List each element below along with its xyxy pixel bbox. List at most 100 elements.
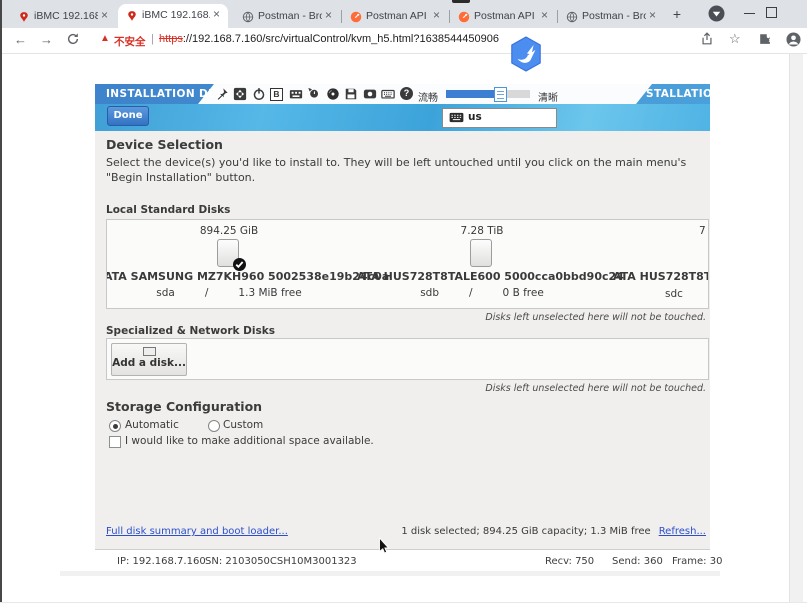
add-disk-label: Add a disk... [112, 357, 186, 369]
status-sn: SN: 2103050CSH10M3001323 [205, 556, 357, 567]
back-icon[interactable]: ← [14, 32, 27, 47]
tab-postman-api-2[interactable]: Postman API Platfo × [450, 6, 556, 28]
installer-title-left: INSTALLATION DEST [106, 88, 231, 100]
installer-title-right: STALLATION [646, 88, 710, 100]
page-description: Select the device(s) you'd like to insta… [106, 155, 706, 185]
warning-triangle-icon: ▲ [100, 33, 110, 44]
tab-close-icon[interactable]: × [210, 8, 223, 21]
bird-hexagon-logo-icon[interactable] [506, 36, 546, 72]
checkbox-additional-space-label[interactable]: I would like to make additional space av… [125, 435, 374, 447]
browser-badge-icon[interactable] [708, 5, 725, 22]
page-bottom-edge [0, 602, 807, 603]
local-disks-panel: 894.25 GiB ATA SAMSUNG MZ7KH960 5002538e… [106, 219, 709, 309]
postman-favicon-icon [458, 11, 470, 23]
tab-ibmc-2-active[interactable]: iBMC 192.168.7.16 × [118, 4, 228, 28]
minimize-button[interactable] [744, 13, 755, 14]
add-disk-button[interactable]: Add a disk... [111, 343, 187, 376]
tab-close-icon[interactable]: × [538, 9, 551, 22]
tab-close-icon[interactable]: × [646, 9, 659, 22]
browser-tab-bar: iBMC 192.168.7.16 × iBMC 192.168.7.16 × … [2, 0, 807, 28]
globe-favicon-icon [566, 11, 578, 23]
keyboard-icon [449, 112, 464, 123]
installer-content: Device Selection Select the device(s) yo… [95, 131, 710, 549]
tab-ibmc-1[interactable]: iBMC 192.168.7.16 × [10, 6, 116, 28]
tab-close-icon[interactable]: × [98, 9, 111, 22]
local-disks-label: Local Standard Disks [106, 204, 230, 216]
unselected-note: Disks left unselected here will not be t… [485, 383, 706, 394]
storage-config-title: Storage Configuration [106, 399, 262, 414]
disk-free: 0 B free [503, 287, 544, 299]
tab-close-icon[interactable]: × [322, 9, 335, 22]
ibmc-favicon-icon [18, 11, 30, 23]
radio-custom[interactable] [208, 420, 220, 432]
forward-icon[interactable]: → [40, 32, 53, 47]
disk-mountpoint: / [205, 287, 209, 299]
page-scrollbar[interactable] [789, 54, 803, 602]
status-frame: Frame: 30 [672, 556, 722, 567]
help-icon[interactable]: ? [400, 87, 413, 100]
disk-sda[interactable]: 894.25 GiB ATA SAMSUNG MZ7KH960 5002538e… [106, 220, 354, 299]
disk-mountpoint: / [469, 287, 473, 299]
new-tab-button[interactable]: + [668, 5, 686, 23]
window-notch [452, 0, 470, 3]
extensions-puzzle-icon[interactable] [758, 32, 773, 47]
tab-label: iBMC 192.168.7.16 [142, 9, 210, 21]
done-button[interactable]: Done [107, 106, 149, 126]
checkbox-additional-space[interactable] [109, 436, 121, 448]
save-floppy-icon[interactable] [344, 87, 358, 101]
disk-device: sdc [659, 288, 689, 300]
profile-avatar[interactable] [786, 32, 801, 47]
tab-postman-api-1[interactable]: Postman API Platfo × [342, 6, 448, 28]
power-icon[interactable] [252, 87, 266, 101]
tab-label: Postman API Platfo [366, 10, 430, 22]
keyboard-b-icon[interactable]: B [270, 88, 283, 101]
radio-automatic-label[interactable]: Automatic [125, 419, 179, 431]
add-disk-icon [143, 347, 156, 356]
kvm-status-bar: IP: 192.168.7.160 SN: 2103050CSH10M30013… [95, 549, 710, 572]
disk-name: ATA HUS728T8TALE600 5000cca0bbd90c24 [357, 270, 607, 283]
disk-sdb[interactable]: 7.28 TiB ATA HUS728T8TALE600 5000cca0bbd… [357, 220, 607, 299]
mouse-icon[interactable] [307, 87, 321, 101]
keyboard-layout-selector[interactable]: us [442, 108, 557, 128]
disk-size: 894.25 GiB [106, 225, 354, 237]
disk-device: sdb [420, 287, 439, 299]
maximize-button[interactable] [766, 7, 777, 18]
disk-size: 7.28 TiB [357, 225, 607, 237]
postman-favicon-icon [350, 11, 362, 23]
share-icon[interactable] [700, 32, 715, 47]
pin-icon[interactable] [215, 87, 229, 101]
tab-close-icon[interactable]: × [430, 9, 443, 22]
window-left-edge [0, 0, 2, 602]
url-text[interactable]: https://192.168.7.160/src/virtualControl… [159, 33, 499, 45]
reload-icon[interactable] [66, 32, 81, 47]
screen-record-icon[interactable] [363, 87, 377, 101]
installer-header-banner: INSTALLATION DEST B ? 流畅 清晰 STALLATION D… [95, 84, 710, 131]
kvm-toolbar: INSTALLATION DEST B ? 流畅 清晰 STALLATION [95, 84, 710, 104]
radio-custom-label[interactable]: Custom [223, 419, 263, 431]
radio-automatic[interactable] [109, 420, 121, 432]
selection-summary: 1 disk selected; 894.25 GiB capacity; 1.… [401, 526, 650, 537]
unselected-note: Disks left unselected here will not be t… [485, 312, 706, 323]
disk-icon [470, 239, 492, 267]
tab-label: Postman - Browse [258, 10, 322, 22]
full-disk-summary-link[interactable]: Full disk summary and boot loader... [106, 526, 288, 537]
disk-name: ATA SAMSUNG MZ7KH960 5002538e19b24c0a [106, 270, 354, 283]
key-combination-icon[interactable] [289, 87, 303, 101]
quality-slider-handle[interactable] [494, 87, 507, 102]
fullscreen-icon[interactable] [233, 87, 247, 101]
specialized-disks-label: Specialized & Network Disks [106, 325, 275, 337]
soft-keyboard-icon[interactable] [381, 87, 395, 101]
tab-postman-browse-2[interactable]: Postman - Browse × [558, 6, 664, 28]
address-separator: | [151, 33, 154, 45]
quality-slider[interactable] [446, 90, 530, 98]
cd-rom-icon[interactable] [326, 87, 340, 101]
disk-free: 1.3 MiB free [238, 287, 301, 299]
bookmark-star-icon[interactable]: ☆ [729, 31, 741, 47]
mouse-cursor [378, 537, 391, 555]
tab-postman-browse-1[interactable]: Postman - Browse × [234, 6, 340, 28]
disk-selected-check-icon [233, 256, 246, 269]
status-ip: IP: 192.168.7.160 [117, 556, 206, 567]
refresh-link[interactable]: Refresh... [659, 526, 706, 537]
specialized-disks-panel: Add a disk... [106, 338, 709, 380]
slider-label-smooth: 流畅 [418, 89, 438, 104]
